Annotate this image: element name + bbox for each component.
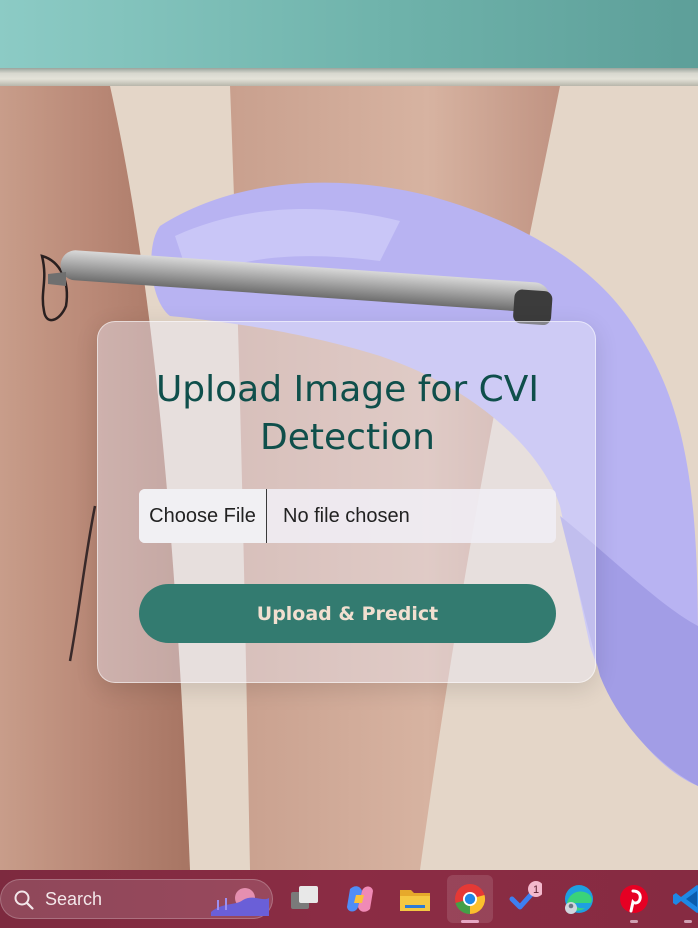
taskbar-search[interactable]: Search <box>0 879 273 919</box>
page-title: Upload Image for CVI Detection <box>155 369 540 458</box>
todo-badge-count: 1 <box>533 884 539 896</box>
taskbar: Search 1 <box>0 870 698 928</box>
chrome-icon[interactable] <box>452 881 488 917</box>
copilot-icon[interactable] <box>342 881 378 917</box>
vscode-icon[interactable] <box>671 881 698 917</box>
checkmark-icon[interactable]: 1 <box>506 881 542 917</box>
pinterest-icon[interactable] <box>616 881 652 917</box>
search-icon <box>14 890 34 910</box>
header-divider <box>0 68 698 86</box>
choose-file-button[interactable]: Choose File <box>139 489 267 543</box>
search-highlight-icon <box>211 888 269 916</box>
header-band <box>0 0 698 68</box>
search-label: Search <box>45 889 103 909</box>
upload-card: Upload Image for CVI Detection Choose Fi… <box>97 321 596 683</box>
vscode-running-indicator <box>684 920 692 923</box>
pinterest-running-indicator <box>630 920 638 923</box>
chrome-running-indicator <box>461 920 479 923</box>
upload-predict-button[interactable]: Upload & Predict <box>139 584 556 643</box>
edge-icon[interactable] <box>561 881 597 917</box>
folder-icon[interactable] <box>397 881 433 917</box>
file-input[interactable]: Choose File No file chosen <box>139 489 556 543</box>
file-status-text: No file chosen <box>283 504 410 527</box>
task-view-icon[interactable] <box>287 881 323 917</box>
